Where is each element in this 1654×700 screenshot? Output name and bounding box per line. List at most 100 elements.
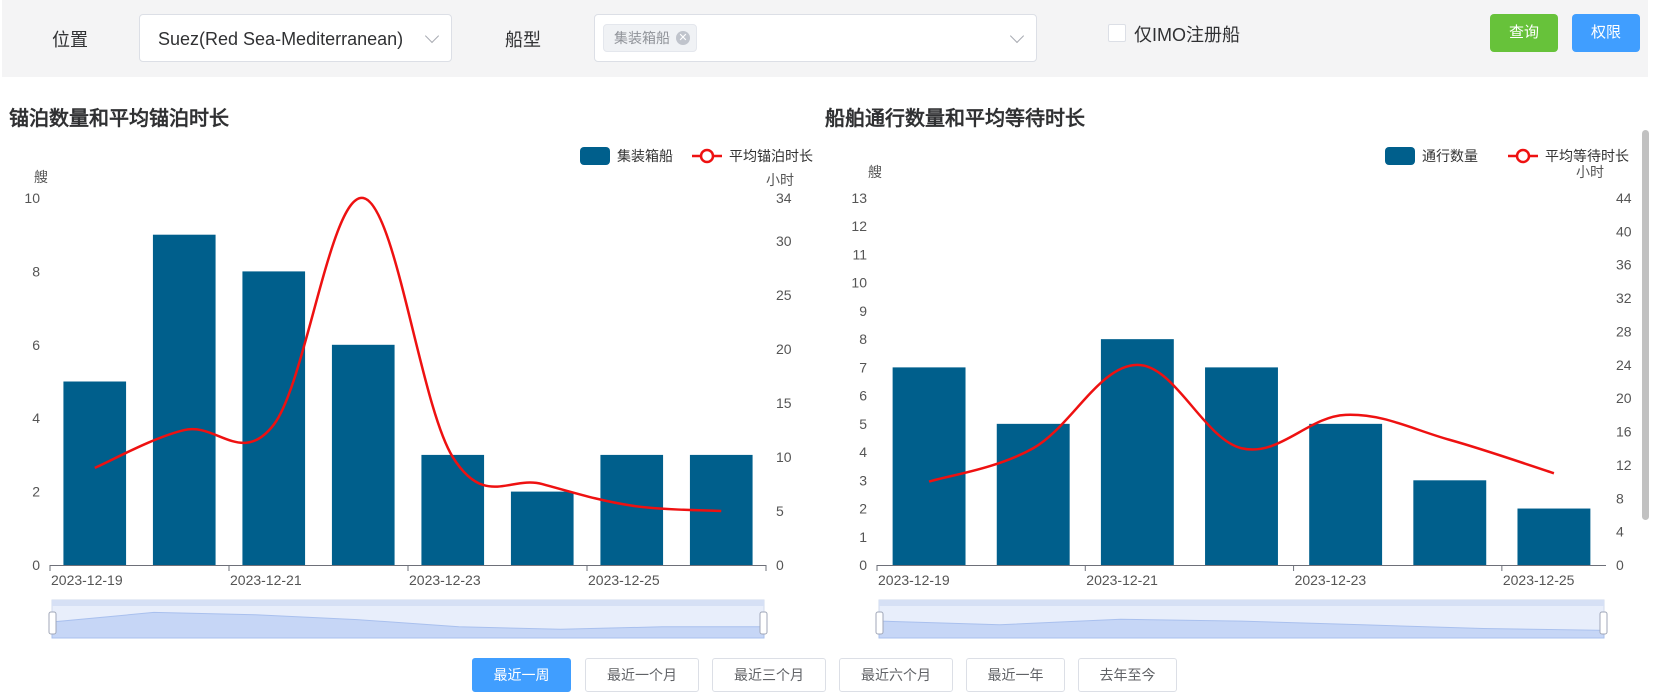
zoom-handle-right <box>1599 611 1608 635</box>
y-tick-right: 5 <box>776 503 784 519</box>
bar <box>152 234 216 565</box>
ship-type-tag-label: 集装箱船 <box>614 30 670 46</box>
y-axis-left-label: 艘 <box>868 164 882 180</box>
imo-only-label[interactable]: 仅IMO注册船 <box>1134 21 1240 47</box>
y-axis-right-label: 小时 <box>766 172 794 188</box>
y-tick-right: 34 <box>776 190 792 206</box>
y-tick-left: 0 <box>32 557 40 573</box>
y-tick-right: 10 <box>776 449 792 465</box>
zoom-slider-bar <box>52 600 764 606</box>
y-tick-right: 36 <box>1616 257 1632 273</box>
y-tick-right: 15 <box>776 395 792 411</box>
range-button-6months[interactable]: 最近六个月 <box>839 658 953 692</box>
bar <box>1517 508 1591 565</box>
ship-type-tag: 集装箱船 ✕ <box>603 24 697 52</box>
chevron-down-icon <box>1009 28 1025 44</box>
x-tick-label: 2023-12-25 <box>588 572 660 588</box>
y-tick-left: 8 <box>32 263 40 279</box>
y-axis-right-label: 小时 <box>1576 164 1604 180</box>
y-tick-left: 13 <box>851 190 867 206</box>
y-tick-right: 20 <box>776 341 792 357</box>
y-tick-right: 32 <box>1616 290 1632 306</box>
x-tick-label: 2023-12-19 <box>878 572 950 588</box>
range-button-week[interactable]: 最近一周 <box>472 658 571 692</box>
chart-anchorage: 集装箱船 平均锚泊时长艘 小时 0 2 4 6 8 10 0 5 10 15 20 25 30 34 2023-1… <box>24 147 813 639</box>
x-tick-label: 2023-12-23 <box>1295 572 1367 588</box>
y-tick-left: 12 <box>851 218 867 234</box>
y-tick-left: 2 <box>859 501 867 517</box>
location-select[interactable]: Suez(Red Sea-Mediterranean) <box>139 14 452 62</box>
y-axis-left-label: 艘 <box>34 169 48 185</box>
y-tick-left: 8 <box>859 331 867 347</box>
range-button-month[interactable]: 最近一个月 <box>585 658 699 692</box>
bar <box>421 454 485 565</box>
legend-label-line: 平均等待时长 <box>1545 148 1629 164</box>
zoom-handle-left <box>875 611 884 635</box>
permission-button[interactable]: 权限 <box>1572 14 1640 52</box>
chart2-title: 船舶通行数量和平均等待时长 <box>825 108 1085 130</box>
zoom-handle-left <box>48 611 57 635</box>
location-value: Suez(Red Sea-Mediterranean) <box>158 29 404 49</box>
y-tick-right: 4 <box>1616 524 1624 540</box>
x-tick-label: 2023-12-19 <box>51 572 123 588</box>
legend-label-bar: 集装箱船 <box>617 148 673 164</box>
y-tick-left: 0 <box>859 557 867 573</box>
y-tick-right: 8 <box>1616 490 1624 506</box>
legend-marker-line <box>1515 148 1531 164</box>
bar <box>242 271 306 565</box>
y-tick-right: 44 <box>1616 190 1632 206</box>
ship-type-label: 船型 <box>505 30 541 50</box>
range-button-ytd[interactable]: 去年至今 <box>1078 658 1177 692</box>
y-tick-left: 6 <box>859 388 867 404</box>
zoom-handle-right <box>759 611 768 635</box>
bar <box>510 491 574 565</box>
close-icon[interactable]: ✕ <box>676 31 690 45</box>
y-tick-right: 25 <box>776 287 792 303</box>
x-tick-label: 2023-12-21 <box>230 572 302 588</box>
y-tick-right: 40 <box>1616 223 1632 239</box>
location-label: 位置 <box>52 30 88 50</box>
x-tick-label: 2023-12-25 <box>1503 572 1575 588</box>
bar <box>1309 423 1383 565</box>
query-button[interactable]: 查询 <box>1490 14 1558 52</box>
legend-label-line: 平均锚泊时长 <box>729 148 813 164</box>
y-tick-left: 10 <box>851 275 867 291</box>
y-tick-right: 12 <box>1616 457 1632 473</box>
ship-type-select[interactable]: 集装箱船 ✕ <box>594 14 1037 62</box>
y-tick-left: 3 <box>859 472 867 488</box>
y-tick-right: 16 <box>1616 424 1632 440</box>
legend-label-bar: 通行数量 <box>1422 148 1478 164</box>
bar <box>892 367 966 565</box>
page-scrollbar[interactable] <box>1642 130 1649 520</box>
bar <box>1205 367 1278 565</box>
y-tick-right: 20 <box>1616 390 1632 406</box>
x-tick-label: 2023-12-21 <box>1086 572 1158 588</box>
bar <box>600 454 664 565</box>
y-tick-left: 2 <box>32 484 40 500</box>
y-tick-left: 11 <box>852 246 867 262</box>
y-tick-right: 0 <box>776 557 784 573</box>
x-tick-label: 2023-12-23 <box>409 572 481 588</box>
bar <box>1413 480 1487 565</box>
range-button-3months[interactable]: 最近三个月 <box>712 658 826 692</box>
y-tick-left: 4 <box>859 444 867 460</box>
zoom-slider-bar <box>879 600 1604 606</box>
chevron-down-icon <box>424 28 440 44</box>
y-tick-left: 6 <box>32 337 40 353</box>
y-tick-left: 7 <box>859 359 867 375</box>
legend-marker-line <box>699 148 715 164</box>
legend-swatch-bar <box>1385 147 1415 165</box>
y-tick-left: 4 <box>32 410 40 426</box>
y-tick-right: 24 <box>1616 357 1632 373</box>
bar <box>996 423 1070 565</box>
bar <box>63 381 127 565</box>
chart-transit: 通行数量 平均等待时长艘 小时012345678910111213048121620… <box>851 147 1632 639</box>
y-tick-left: 9 <box>859 303 867 319</box>
y-tick-right: 0 <box>1616 557 1624 573</box>
y-tick-right: 30 <box>776 233 792 249</box>
y-tick-left: 5 <box>859 416 867 432</box>
filter-bar: 位置 Suez(Red Sea-Mediterranean) 船型 集装箱船 ✕… <box>2 0 1648 77</box>
y-tick-left: 1 <box>859 529 867 545</box>
range-button-year[interactable]: 最近一年 <box>966 658 1065 692</box>
imo-only-checkbox[interactable] <box>1108 24 1126 42</box>
